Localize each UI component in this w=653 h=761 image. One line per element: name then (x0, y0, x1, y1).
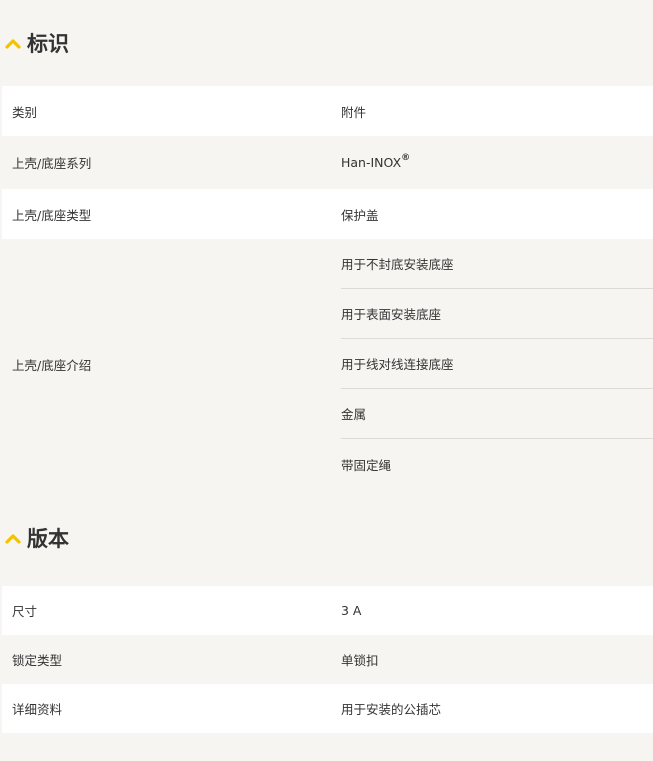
list-item: 用于线对线连接底座 (341, 339, 653, 389)
row-label: 尺寸 (12, 604, 38, 619)
row-value: 单锁扣 (341, 653, 379, 668)
list-item: 带固定绳 (341, 457, 392, 473)
list-item: 用于表面安装底座 (341, 289, 653, 339)
table-row: 类别 附件 (2, 86, 653, 136)
row-value: 3 A (341, 603, 362, 618)
section-title: 版本 (27, 526, 69, 551)
row-label: 上壳/底座系列 (12, 156, 92, 171)
chevron-up-icon (5, 39, 21, 49)
spec-table-identification: 类别 附件 上壳/底座系列 Han-INOX ® 上壳/底座类型 保护盖 上壳/底… (2, 86, 653, 489)
row-label: 类别 (12, 104, 38, 120)
series-name: Han-INOX (341, 155, 402, 170)
row-label: 锁定类型 (12, 653, 63, 668)
row-label: 详细资料 (12, 702, 63, 717)
table-row: 上壳/底座介绍 用于不封底安装底座 用于表面安装底座 用于线对线连接底座 金属 … (2, 239, 653, 489)
row-value: 保护盖 (341, 207, 379, 223)
section-header-identification[interactable]: 标识 (0, 0, 653, 86)
table-row: 上壳/底座类型 保护盖 (2, 189, 653, 239)
table-row: 上壳/底座系列 Han-INOX ® (2, 136, 653, 189)
chevron-up-icon (5, 533, 21, 544)
spec-table-version: 尺寸 3 A 锁定类型 单锁扣 详细资料 用于安装的公插芯 (2, 586, 653, 733)
row-value-list: 用于不封底安装底座 用于表面安装底座 用于线对线连接底座 金属 带固定绳 (341, 239, 653, 489)
row-value: 附件 (341, 104, 367, 120)
table-row: 详细资料 用于安装的公插芯 (2, 684, 653, 733)
product-spec-page: 标识 类别 附件 上壳/底座系列 Han-INOX ® 上壳/底座类型 保护盖 上… (0, 0, 653, 761)
section-title: 标识 (27, 32, 69, 56)
row-label: 上壳/底座介绍 (12, 357, 92, 373)
list-item: 用于不封底安装底座 (341, 239, 653, 289)
row-value: 用于安装的公插芯 (341, 702, 442, 717)
table-row: 锁定类型 单锁扣 (2, 635, 653, 684)
table-row: 尺寸 3 A (2, 586, 653, 635)
list-item: 金属 (341, 389, 653, 439)
row-value: Han-INOX ® (341, 136, 653, 189)
row-label: 上壳/底座类型 (12, 207, 92, 223)
registered-mark: ® (401, 152, 411, 163)
section-header-version[interactable]: 版本 (0, 489, 653, 586)
